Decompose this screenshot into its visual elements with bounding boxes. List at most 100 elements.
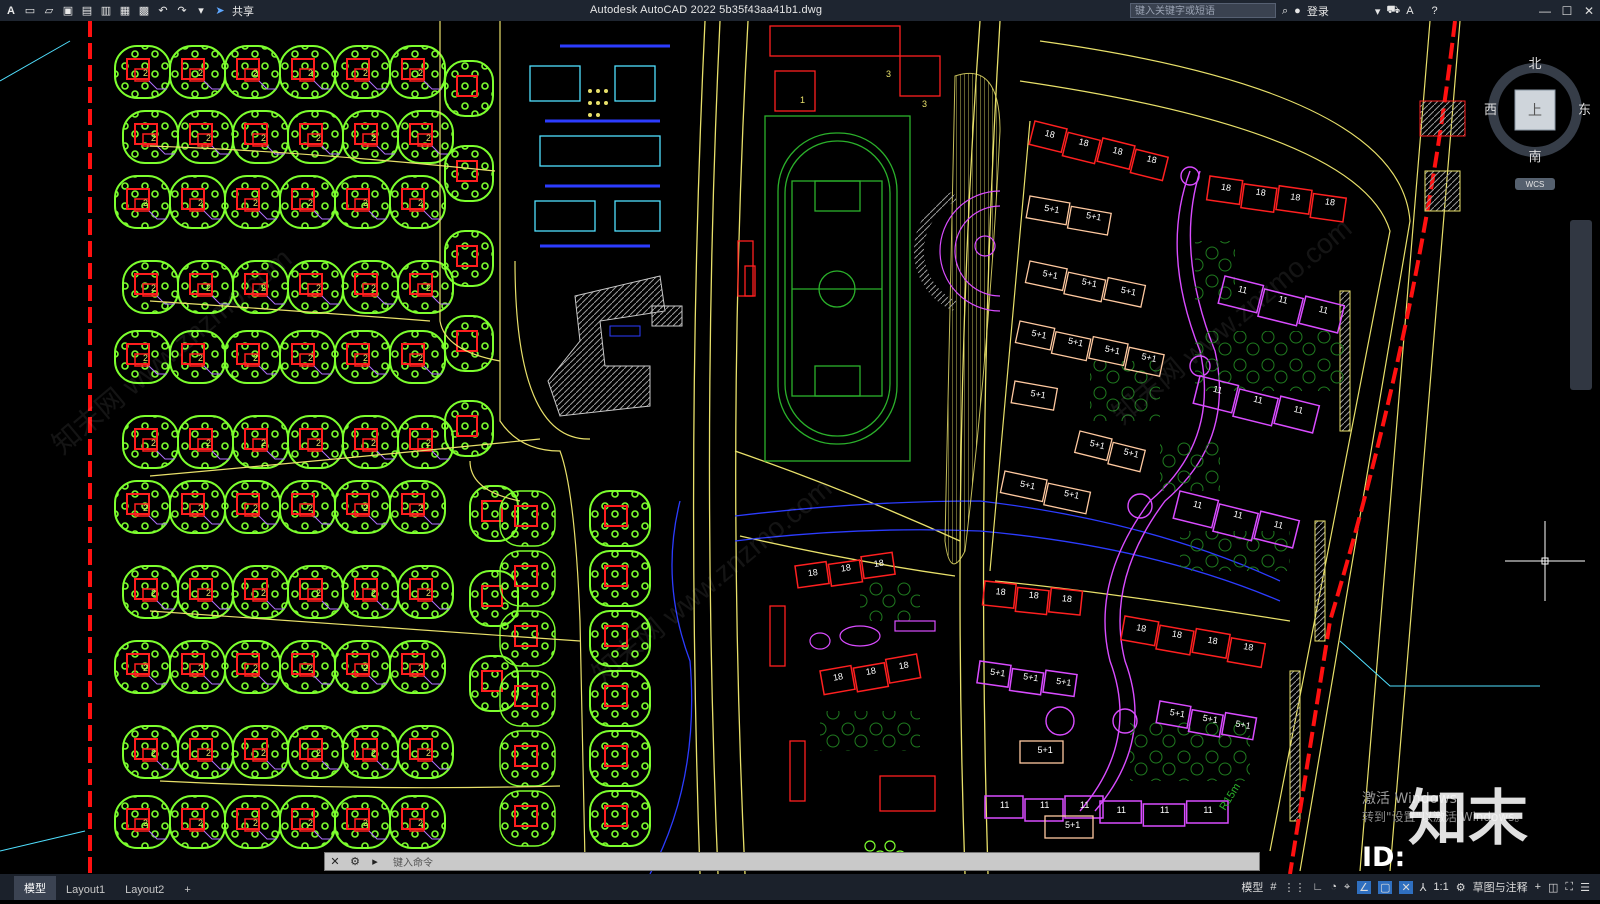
search-icon[interactable]: ⌕ <box>1282 5 1288 18</box>
recent-commands-icon[interactable]: ▸ <box>365 855 385 868</box>
polar-icon[interactable]: ◔ <box>1330 881 1337 893</box>
floor-label: 18 <box>865 665 877 677</box>
close-command-icon[interactable]: ✕ <box>325 855 345 868</box>
floor-label: 2 <box>206 588 211 598</box>
floor-label: 2 <box>316 133 321 143</box>
autocad-logo[interactable]: A <box>4 4 18 18</box>
floor-label: 2 <box>143 503 148 513</box>
grid-icon[interactable]: # <box>1270 881 1276 893</box>
snap-icon[interactable]: ⋮⋮ <box>1284 881 1306 894</box>
customize-command-icon[interactable]: ⚙ <box>345 855 365 868</box>
floor-label: 2 <box>363 198 368 208</box>
floor-label: 2 <box>363 68 368 78</box>
fullscreen-icon[interactable]: ⛶ <box>1565 881 1573 894</box>
dynamic-input-icon[interactable]: ▢ <box>1378 880 1393 894</box>
workspace-label[interactable]: 草图与注释 <box>1473 879 1528 895</box>
floor-label: 3 <box>922 99 927 109</box>
redo-icon[interactable]: ↷ <box>175 4 189 18</box>
tab-layout2[interactable]: Layout2 <box>115 880 174 900</box>
autodesk-a360-icon[interactable]: A <box>1406 5 1413 17</box>
quick-access-toolbar: A ▭ ▱ ▣ ▤ ▥ ▦ ▩ ↶ ↷ ▾ ➤ 共享 <box>0 3 254 19</box>
floor-label: 2 <box>198 818 203 828</box>
navigation-bar[interactable] <box>1570 220 1592 390</box>
customize-chevron-icon[interactable]: ▾ <box>194 4 208 18</box>
add-layout-icon[interactable]: + <box>174 880 200 900</box>
viewcube-west: 西 <box>1484 102 1497 117</box>
floor-label: 2 <box>143 818 148 828</box>
tree-ring <box>444 145 494 202</box>
floor-label: 2 <box>418 353 423 363</box>
cart-icon[interactable]: ⛟ <box>1386 4 1400 18</box>
scale-label[interactable]: 1:1 <box>1433 881 1448 893</box>
floor-label: 2 <box>253 68 258 78</box>
floor-label: 2 <box>261 588 266 598</box>
help-icon[interactable]: ? <box>1432 5 1438 17</box>
floor-label: 2 <box>426 588 431 598</box>
plot-icon[interactable]: ▦ <box>118 4 132 18</box>
print-preview-icon[interactable]: ▥ <box>99 4 113 18</box>
building-slab: 18 18 18 <box>981 580 1084 616</box>
command-line[interactable]: ✕ ⚙ ▸ 键入命令 <box>324 852 1260 871</box>
floor-label: 2 <box>363 663 368 673</box>
command-input[interactable]: 键入命令 <box>385 854 433 869</box>
isolate-icon[interactable]: ◫ <box>1548 881 1558 894</box>
drawing-canvas[interactable]: 2 2 2 2 2 2 2 2 2 2 2 2 2 2 2 2 2 2 2 2 2 2 2 2 2 2 2 2 2 2 2 2 2 2 2 2 2 2 2 2… <box>0 21 1600 874</box>
floor-label: 18 <box>1028 590 1039 601</box>
plus-icon[interactable]: + <box>1535 881 1541 893</box>
blue-shapes <box>609 325 641 337</box>
customize-icon[interactable]: ☰ <box>1580 881 1590 894</box>
entrance-gate <box>1419 100 1466 137</box>
viewcube-top-label: 上 <box>1528 102 1542 118</box>
save-as-icon[interactable]: ▤ <box>80 4 94 18</box>
building-slab: 18 18 18 18 <box>1028 120 1170 182</box>
login-label[interactable]: 登录 <box>1307 3 1329 19</box>
chevron-down-icon[interactable]: ▾ <box>1375 5 1381 18</box>
undo-icon[interactable]: ↶ <box>156 4 170 18</box>
floor-label: 2 <box>253 663 258 673</box>
building-slab: 5+1 5+1 5+1 <box>976 660 1078 698</box>
linear-park <box>944 72 1001 565</box>
floor-label: 2 <box>198 198 203 208</box>
floor-label: 2 <box>371 283 376 293</box>
entrance-gate <box>1424 170 1461 212</box>
open-icon[interactable]: ▱ <box>42 4 56 18</box>
workspace-gear-icon[interactable]: ⚙ <box>1456 881 1466 894</box>
floor-label: 2 <box>308 663 313 673</box>
viewcube[interactable]: 上 北 南 西 东 WCS <box>1480 55 1590 205</box>
tab-model[interactable]: 模型 <box>14 876 56 900</box>
otrack-icon[interactable]: ∠ <box>1357 880 1372 894</box>
kindergarten <box>769 605 936 812</box>
floor-label: 18 <box>1243 641 1255 653</box>
share-label[interactable]: 共享 <box>232 3 254 19</box>
close-icon[interactable]: ✕ <box>1578 0 1600 21</box>
amenity-pool <box>809 620 936 650</box>
annotation-icon[interactable]: ⅄ <box>1420 881 1427 894</box>
floor-label: 5+1 <box>1169 707 1186 720</box>
building-slab: 5+15+1 <box>1025 195 1112 236</box>
tab-layout1[interactable]: Layout1 <box>56 880 115 900</box>
building-slab: 5+15+1 <box>1073 430 1147 473</box>
share-icon[interactable]: ➤ <box>213 4 227 18</box>
search-input[interactable]: 键入关键字或短语 <box>1130 3 1276 18</box>
floor-label: 2 <box>253 503 258 513</box>
floor-label: 2 <box>316 748 321 758</box>
tree-ring <box>444 60 494 117</box>
osnap-icon[interactable]: ⌖ <box>1344 881 1350 894</box>
floor-label: 2 <box>308 818 313 828</box>
floor-label: 2 <box>143 68 148 78</box>
user-icon[interactable]: ● <box>1294 5 1301 17</box>
save-icon[interactable]: ▣ <box>61 4 75 18</box>
floor-label: 2 <box>206 133 211 143</box>
ortho-icon[interactable]: ∟ <box>1313 881 1324 893</box>
print-icon[interactable]: ▩ <box>137 4 151 18</box>
site-boundary-line <box>0 40 71 82</box>
apartment-blocks-cyan <box>529 65 661 232</box>
model-space-label[interactable]: 模型 <box>1241 879 1263 895</box>
new-icon[interactable]: ▭ <box>23 4 37 18</box>
maximize-icon[interactable]: ☐ <box>1556 0 1578 21</box>
minimize-icon[interactable]: — <box>1534 0 1556 21</box>
floor-label: 2 <box>363 503 368 513</box>
floor-label: 2 <box>426 283 431 293</box>
lineweight-icon[interactable]: ✕ <box>1399 880 1413 894</box>
floor-label: 18 <box>1171 629 1183 641</box>
